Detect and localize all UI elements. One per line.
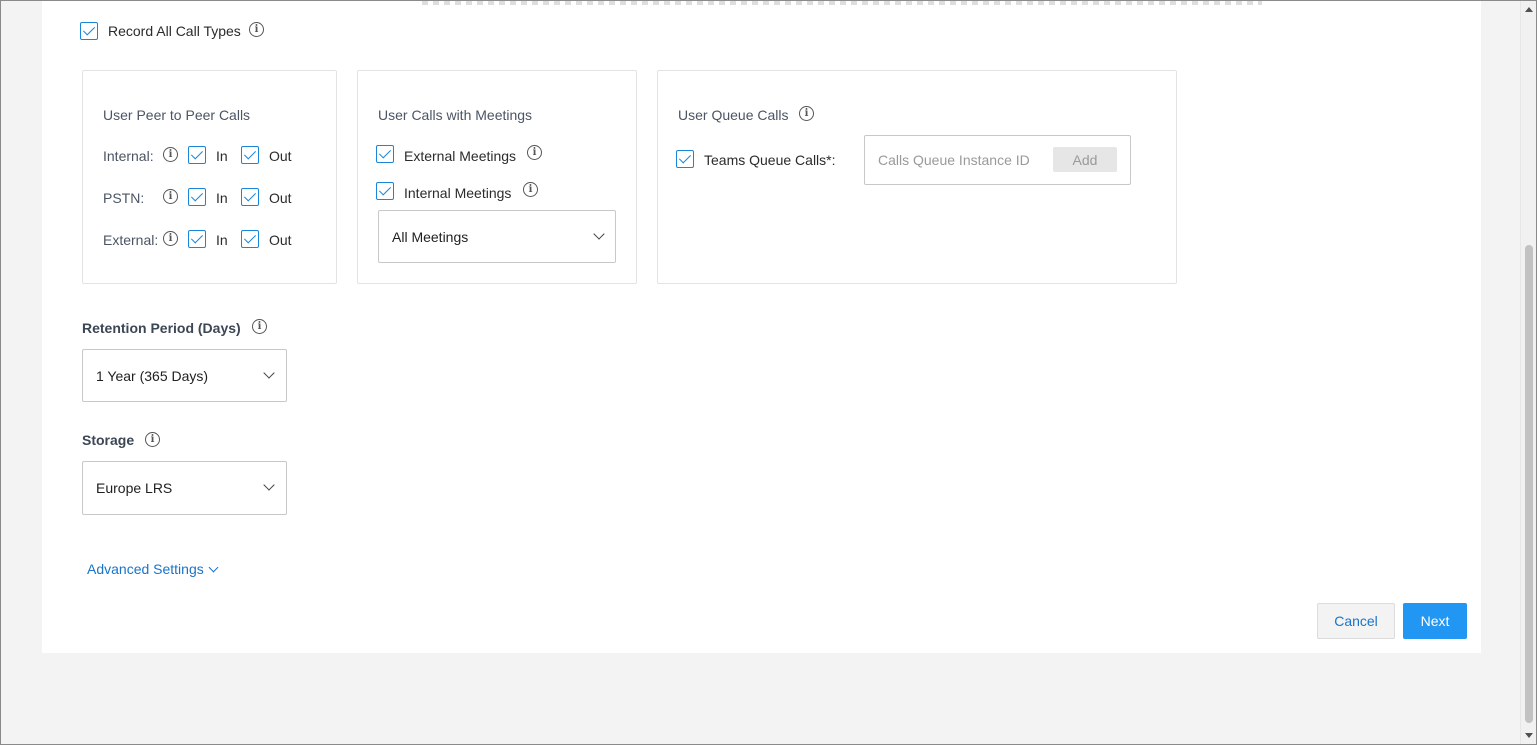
meetings-select[interactable]: All Meetings [378,210,616,263]
external-meetings-checkbox[interactable] [376,145,394,163]
chevron-down-icon [263,479,275,491]
meetings-card: User Calls with Meetings External Meetin… [357,70,637,284]
internal-in-label: In [216,148,228,164]
internal-label: Internal: [103,148,154,164]
internal-meetings-checkbox[interactable] [376,182,394,200]
scrollbar-thumb[interactable] [1525,245,1533,723]
queue-id-input-group: Calls Queue Instance ID Add [864,135,1131,185]
next-button[interactable]: Next [1403,603,1467,639]
internal-meetings-label: Internal Meetings [404,185,512,201]
internal-in-checkbox[interactable] [188,146,206,164]
storage-select[interactable]: Europe LRS [82,461,287,515]
external-label: External: [103,232,159,248]
pstn-label: PSTN: [103,190,145,206]
pstn-in-checkbox[interactable] [188,188,206,206]
advanced-settings-label: Advanced Settings [87,561,204,577]
meetings-title: User Calls with Meetings [378,107,533,123]
queue-card: User Queue Calls i Teams Queue Calls*: C… [657,70,1177,284]
teams-queue-label: Teams Queue Calls*: [704,152,836,168]
pstn-out-checkbox[interactable] [241,188,259,206]
external-meetings-info-icon[interactable]: i [527,145,542,160]
vertical-scrollbar[interactable] [1520,1,1536,744]
external-out-label: Out [269,232,292,248]
chevron-down-icon [208,562,219,572]
internal-out-checkbox[interactable] [241,146,259,164]
chevron-down-icon [263,367,275,379]
external-in-label: In [216,232,228,248]
storage-info-icon[interactable]: i [145,432,160,447]
scroll-up-arrow-icon[interactable] [1525,7,1533,12]
record-all-label: Record All Call Types [108,23,241,39]
retention-select-value: 1 Year (365 Days) [96,367,209,384]
external-meetings-label: External Meetings [404,148,517,164]
internal-info-icon[interactable]: i [163,147,178,162]
teams-queue-checkbox[interactable] [676,150,694,168]
record-all-checkbox[interactable] [80,22,98,40]
queue-id-input[interactable]: Calls Queue Instance ID [878,152,1030,168]
peer-to-peer-card: User Peer to Peer Calls Internal: i In O… [82,70,337,284]
queue-title: User Queue Calls [678,107,789,123]
peer-to-peer-title: User Peer to Peer Calls [103,107,251,123]
queue-info-icon[interactable]: i [799,106,814,121]
retention-title: Retention Period (Days) [82,320,241,336]
meetings-select-value: All Meetings [392,228,469,245]
add-queue-button[interactable]: Add [1053,147,1117,172]
internal-meetings-info-icon[interactable]: i [523,182,538,197]
advanced-settings-toggle[interactable]: Advanced Settings [87,561,219,577]
cancel-button[interactable]: Cancel [1317,603,1395,639]
pstn-in-label: In [216,190,228,206]
storage-title: Storage [82,432,135,448]
pstn-out-label: Out [269,190,292,206]
retention-info-icon[interactable]: i [252,319,267,334]
record-all-info-icon[interactable]: i [249,22,264,37]
chevron-down-icon [593,228,605,240]
scroll-down-arrow-icon[interactable] [1525,733,1533,738]
settings-panel: Record All Call Types i User Peer to Pee… [42,1,1481,653]
clipped-text-above [422,1,1262,5]
external-out-checkbox[interactable] [241,230,259,248]
external-in-checkbox[interactable] [188,230,206,248]
internal-out-label: Out [269,148,292,164]
retention-select[interactable]: 1 Year (365 Days) [82,349,287,402]
storage-select-value: Europe LRS [96,480,173,496]
external-info-icon[interactable]: i [163,231,178,246]
pstn-info-icon[interactable]: i [163,189,178,204]
